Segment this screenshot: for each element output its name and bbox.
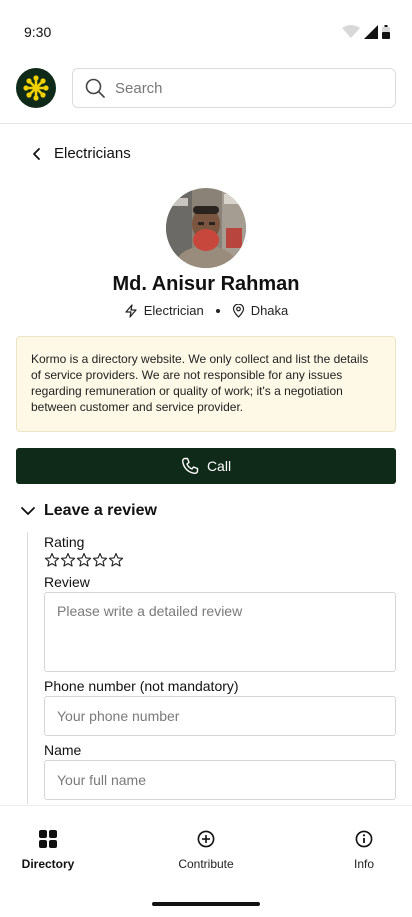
location-pin-icon bbox=[232, 303, 244, 318]
lightning-icon bbox=[125, 303, 137, 318]
home-indicator[interactable] bbox=[152, 902, 260, 906]
star-icon[interactable] bbox=[76, 552, 92, 568]
nav-item-directory[interactable]: Directory bbox=[0, 830, 103, 871]
nav-item-info[interactable]: Info bbox=[309, 830, 412, 871]
search-icon bbox=[85, 78, 105, 98]
review-textarea[interactable] bbox=[44, 592, 396, 672]
chevron-down-icon bbox=[21, 507, 35, 515]
person-name: Md. Anisur Rahman bbox=[112, 273, 300, 295]
kormo-logo[interactable] bbox=[16, 68, 56, 108]
search-input[interactable] bbox=[115, 79, 365, 97]
plus-circle-icon bbox=[197, 830, 215, 848]
status-time: 9:30 bbox=[24, 24, 52, 40]
profile-meta: Electrician Dhaka bbox=[0, 303, 412, 318]
logo-icon bbox=[23, 75, 49, 101]
star-icon[interactable] bbox=[60, 552, 76, 568]
wifi-icon bbox=[342, 25, 360, 38]
name-label: Name bbox=[44, 742, 82, 758]
nav-label-directory: Directory bbox=[21, 857, 75, 871]
star-icon[interactable] bbox=[44, 552, 60, 568]
nav-label-contribute: Contribute bbox=[178, 857, 234, 871]
grid-icon bbox=[39, 830, 57, 848]
back-button[interactable]: Electricians bbox=[30, 145, 131, 162]
profile-photo bbox=[166, 188, 246, 268]
battery-icon bbox=[382, 25, 390, 39]
review-section-divider bbox=[27, 532, 28, 804]
star-icon[interactable] bbox=[108, 552, 124, 568]
breadcrumb-label: Electricians bbox=[54, 145, 131, 162]
phone-label: Phone number (not mandatory) bbox=[44, 678, 239, 694]
rating-stars[interactable] bbox=[44, 552, 124, 568]
call-button-label: Call bbox=[206, 458, 232, 474]
name-input[interactable] bbox=[44, 760, 396, 800]
status-icons bbox=[342, 25, 390, 39]
chevron-left-icon bbox=[33, 147, 40, 160]
review-section-toggle[interactable]: Leave a review bbox=[20, 502, 157, 520]
review-title: Leave a review bbox=[44, 502, 157, 519]
phone-input[interactable] bbox=[44, 696, 396, 736]
call-button[interactable]: Call bbox=[16, 448, 396, 484]
search-box[interactable] bbox=[72, 68, 396, 108]
rating-label: Rating bbox=[44, 534, 85, 550]
review-label: Review bbox=[44, 574, 90, 590]
phone-icon bbox=[181, 457, 199, 475]
star-icon[interactable] bbox=[92, 552, 108, 568]
info-circle-icon bbox=[355, 830, 373, 848]
app-header bbox=[0, 60, 412, 124]
nav-item-contribute[interactable]: Contribute bbox=[151, 830, 261, 871]
disclaimer-notice: Kormo is a directory website. We only co… bbox=[16, 336, 396, 432]
nav-label-info: Info bbox=[353, 857, 374, 871]
bottom-navigation: Directory Contribute Info bbox=[0, 805, 412, 917]
status-bar: 9:30 bbox=[0, 0, 412, 60]
meta-separator bbox=[215, 308, 220, 313]
signal-icon bbox=[364, 25, 378, 39]
profession-label: Electrician bbox=[143, 303, 204, 318]
location-label: Dhaka bbox=[250, 303, 289, 318]
avatar bbox=[166, 188, 246, 268]
